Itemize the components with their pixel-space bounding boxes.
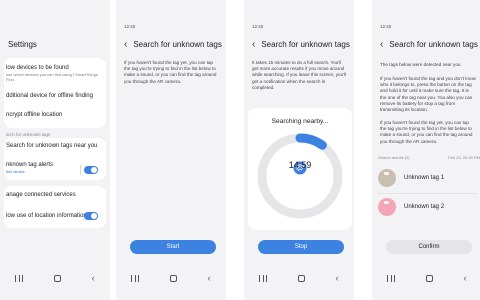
recent-apps-icon[interactable] [131, 275, 140, 282]
settings-item-label: dditional device for offline finding [6, 93, 93, 99]
back-arrow-icon[interactable]: ‹ [124, 39, 127, 49]
results-intro-text: The tags below were detected near you. [380, 62, 462, 67]
recent-apps-icon[interactable] [15, 275, 24, 282]
nav-bar: ‹ [0, 274, 110, 283]
settings-item-offline-finding[interactable]: dditional device for offline finding [6, 93, 102, 99]
nav-bar: ‹ [244, 274, 354, 283]
settings-item-label: anage connected services [6, 192, 76, 198]
instruction-text: If you haven't found the tag yet, you ca… [124, 60, 217, 84]
page-title: Settings [8, 40, 37, 49]
tag-icon [378, 198, 396, 216]
recent-apps-icon[interactable] [259, 275, 268, 282]
page-title: Search for unknown tags [389, 40, 478, 49]
progress-ring [257, 133, 343, 219]
results-help-text: If you haven't found the tag and you don… [380, 76, 476, 113]
results-count: Search results (2) [378, 155, 410, 160]
search-start-screen: 12:45 ‹ Search for unknown tags If you h… [116, 0, 226, 300]
page-title: Search for unknown tags [133, 40, 222, 49]
list-item-unknown-tag-1[interactable]: Unknown tag 1 [378, 169, 478, 187]
divider [378, 193, 478, 194]
tag-name: Unknown tag 1 [404, 175, 445, 181]
recent-apps-icon[interactable] [387, 275, 396, 282]
settings-item-label: nknown tag alerts [6, 162, 54, 168]
settings-item-label: low use of location information [6, 213, 87, 219]
nav-bar: ‹ [116, 274, 226, 283]
search-header: ‹ Search for unknown tags [124, 39, 222, 49]
settings-item-search-unknown[interactable]: Search for unknown tags near you [6, 143, 102, 149]
searching-label: Searching nearby... [271, 118, 329, 125]
settings-item-label: Search for unknown tags near you [6, 143, 98, 149]
location-info-toggle[interactable] [84, 212, 98, 220]
back-arrow-icon[interactable]: ‹ [252, 39, 255, 49]
settings-item-connected-services[interactable]: anage connected services [6, 192, 102, 198]
page-title: Search for unknown tags [261, 40, 350, 49]
settings-card-unknown-tags: Search for unknown tags near you nknown … [4, 138, 106, 180]
home-icon[interactable] [169, 275, 177, 282]
nav-back-icon[interactable]: ‹ [92, 274, 95, 283]
settings-card-services: anage connected services low use of loca… [4, 186, 106, 228]
search-progress-card: Searching nearby... 14:59 [248, 108, 352, 230]
tag-icon [378, 169, 396, 187]
divider [80, 165, 81, 175]
settings-screen: Settings low devices to be found ose whi… [0, 0, 110, 300]
results-meta: Search results (2) Feb 23, 09:20 PM [378, 155, 480, 160]
search-progress-screen: 12:45 ‹ Search for unknown tags It takes… [244, 0, 354, 300]
nav-bar: ‹ [372, 274, 480, 283]
settings-item-sub: ose which devices you can find using t S… [6, 72, 98, 82]
nav-back-icon[interactable]: ‹ [464, 274, 467, 283]
instruction-text: It takes 15 minutes to do a full search.… [252, 60, 347, 90]
stop-button[interactable]: Stop [258, 240, 344, 254]
search-header: ‹ Search for unknown tags [252, 39, 350, 49]
back-arrow-icon[interactable]: ‹ [380, 39, 383, 49]
search-header: ‹ Search for unknown tags [380, 39, 478, 49]
tag-alerts-toggle[interactable] [84, 166, 98, 174]
results-date: Feb 23, 09:20 PM [448, 155, 480, 160]
results-tap-text: If you haven't found the tag yet, you ca… [380, 120, 473, 144]
section-label: arch for unknown tags [6, 132, 51, 137]
home-icon[interactable] [53, 275, 61, 282]
settings-item-label: ncrypt offline location [6, 112, 63, 118]
settings-header: Settings [8, 40, 106, 49]
search-results-screen: 12:45 ‹ Search for unknown tags The tags… [372, 0, 480, 300]
nav-back-icon[interactable]: ‹ [208, 274, 211, 283]
confirm-button[interactable]: Confirm [386, 240, 472, 254]
start-button[interactable]: Start [130, 240, 216, 254]
home-icon[interactable] [425, 275, 433, 282]
settings-item-allow-found[interactable]: low devices to be found ose which device… [6, 65, 102, 82]
status-time: 12:45 [124, 24, 136, 29]
settings-item-label: low devices to be found [6, 65, 69, 71]
nav-back-icon[interactable]: ‹ [336, 274, 339, 283]
countdown-timer: 14:59 [288, 160, 312, 170]
tag-name: Unknown tag 2 [404, 204, 445, 210]
status-time: 12:45 [380, 24, 392, 29]
progress-ring-track [257, 133, 343, 219]
status-time: 12:45 [252, 24, 264, 29]
settings-card-find: low devices to be found ose which device… [4, 58, 106, 128]
settings-item-encrypt-offline[interactable]: ncrypt offline location [6, 112, 102, 118]
home-icon[interactable] [297, 275, 305, 282]
list-item-unknown-tag-2[interactable]: Unknown tag 2 [378, 198, 478, 216]
